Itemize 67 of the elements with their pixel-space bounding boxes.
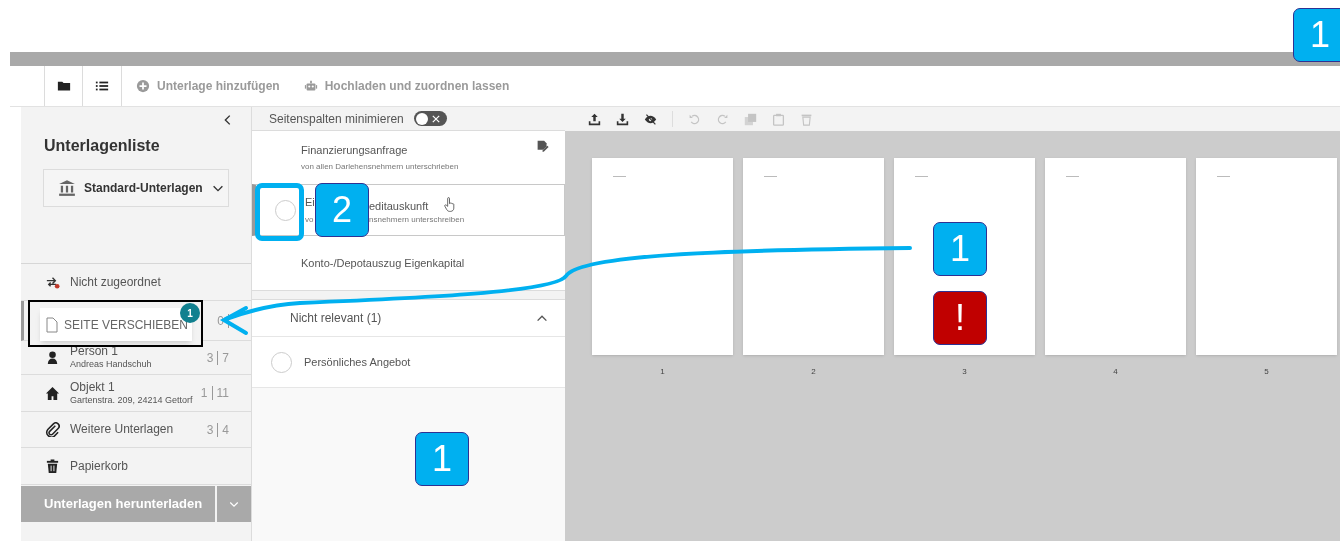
list-icon [95,79,109,93]
bank-icon [58,179,76,197]
robot-icon [303,79,318,93]
highlight-frame [255,183,304,241]
view-tab[interactable] [44,66,83,106]
dropdown-label: Standard-Unterlagen [84,180,203,197]
document-row[interactable]: Konto-/Depotauszug Eigenkapital [252,236,565,290]
page-number: 3 [962,366,967,378]
radio-button[interactable] [275,199,296,221]
document-subtitle: nsnehmern unterschreiben [369,214,465,226]
house-icon [45,385,60,401]
paperclip-icon [45,422,60,437]
download-options-button[interactable] [217,486,251,522]
item-count: 4 [222,421,229,439]
step-callout: 1 [933,222,987,276]
document-title: Konto-/Depotauszug Eigenkapital [301,255,465,271]
step-callout: 1 [1293,8,1340,62]
edit-icon[interactable] [536,140,549,153]
item-label: Weitere Unterlagen [70,422,175,437]
page-number: 5 [1264,366,1269,378]
sidebar-title: Unterlagenliste [43,136,161,156]
download-icon[interactable] [616,112,629,126]
folder-icon [56,79,71,93]
step-callout: 2 [315,183,369,237]
upload-icon[interactable] [588,112,601,126]
section-header[interactable]: Nicht relevant (1) [252,300,565,336]
document-row[interactable]: Finanzierungsanfrage von allen Darlehensnehmern unterschrieben [252,131,565,184]
document-title: editauskunft [369,199,429,214]
sidebar-item[interactable]: Weitere Unterlagen 3 4 [21,412,251,448]
item-count: 3 [206,421,214,439]
person-icon [45,350,60,365]
sidebar-item[interactable]: Papierkorb [21,448,251,485]
item-label: Nicht zugeordnet [70,274,162,290]
item-sublabel: Gartenstra. 209, 24214 Gettorf [70,394,194,407]
document-title: Ei [305,195,315,211]
document-subtitle: vo [305,213,314,226]
document-title: Finanzierungsanfrage [301,142,408,158]
radio-button[interactable] [271,351,292,373]
item-count: 3 [206,349,214,367]
document-set-dropdown[interactable]: Standard-Unterlagen [43,169,229,207]
document-subtitle: von allen Darlehensnehmern unterschrieben [301,161,459,174]
eye-slash-icon[interactable] [644,112,657,126]
close-icon [431,114,440,123]
warning-callout: ! [933,291,987,345]
page-number: 4 [1113,366,1118,378]
item-count: 11 [216,385,229,402]
trash-icon [45,458,60,474]
toggle-switch[interactable] [413,111,447,126]
item-count: 1 [200,385,208,402]
page-thumbnail[interactable] [1045,158,1186,355]
hand-cursor-icon [444,197,455,212]
sidebar-item[interactable]: Objekt 1 Gartenstra. 209, 24214 Gettorf 1 11 [21,375,251,412]
toggle-label: Seitenspalten minimieren [269,110,404,128]
step-callout: 1 [415,432,469,486]
item-sublabel: Andreas Handschuh [70,359,153,371]
page-thumbnail[interactable] [592,158,733,355]
item-count: 7 [222,349,229,367]
page-thumbnail[interactable] [743,158,884,355]
section-title: Nicht relevant (1) [290,310,382,327]
page-number: 2 [811,366,816,378]
document-icon [46,316,58,333]
page-number: 1 [660,366,665,378]
page-thumbnail[interactable] [1196,158,1337,355]
plus-circle-icon [136,79,150,93]
document-title: Persönliches Angebot [304,354,411,370]
item-label: Objekt 1 [70,379,116,395]
item-label: Papierkorb [70,458,130,474]
